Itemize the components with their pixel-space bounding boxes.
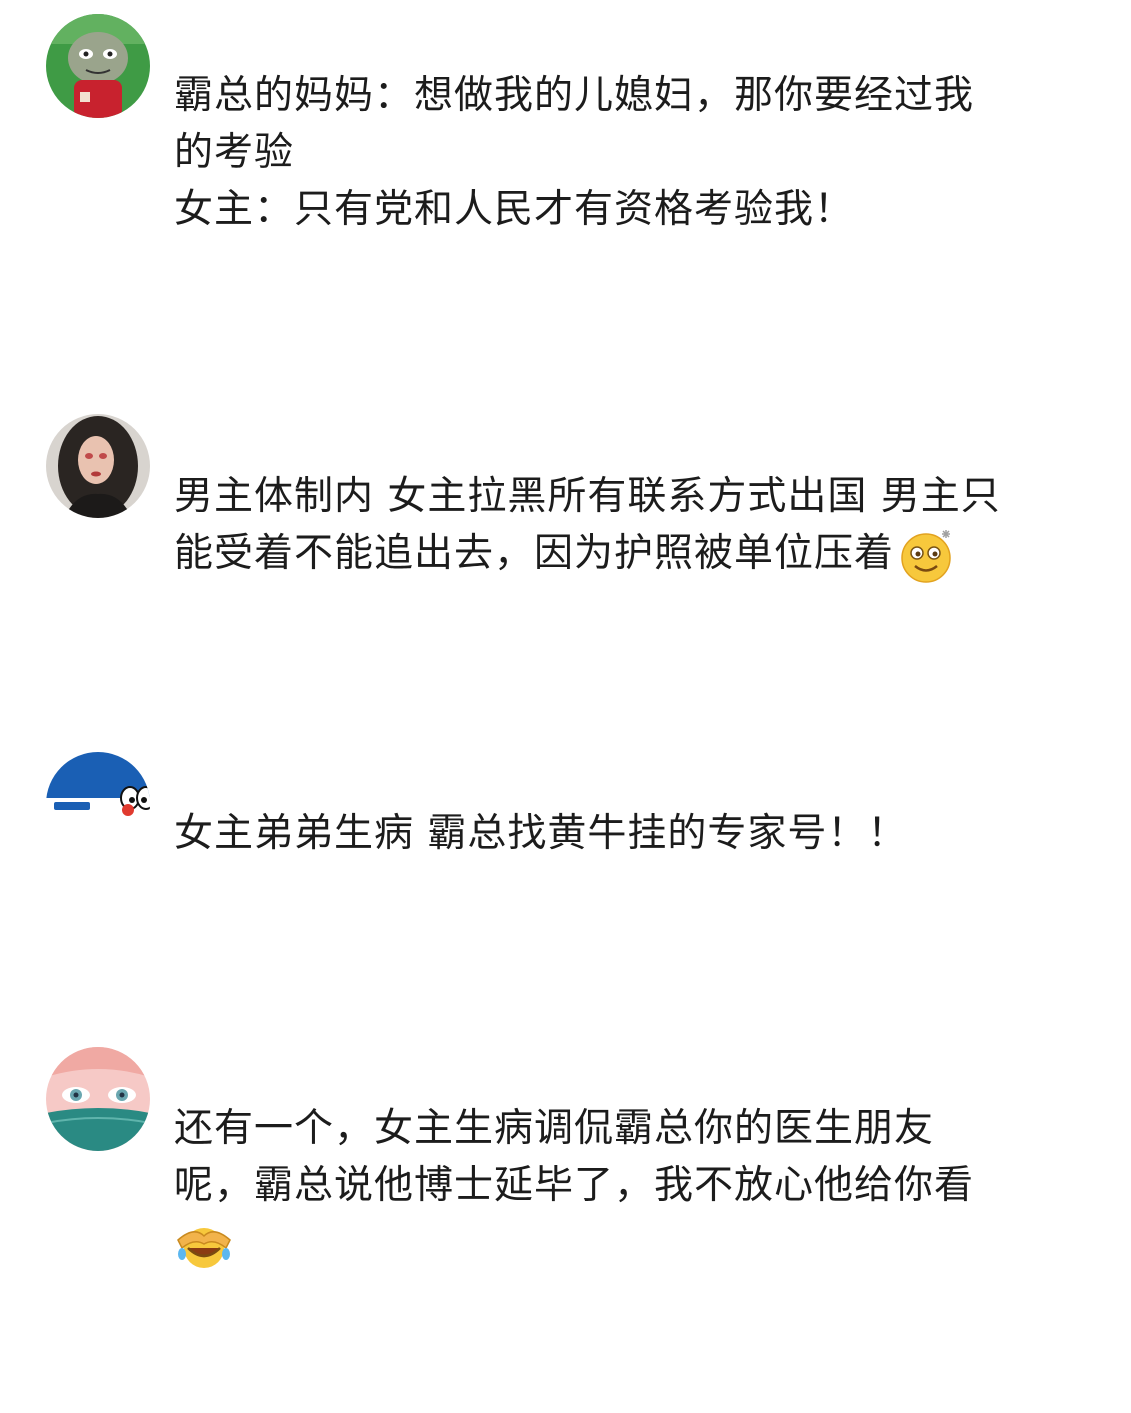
anime-eyes-avatar-icon[interactable] (46, 1047, 150, 1151)
comment-line-text: 能受着不能追出去，因为护照被单位压着 (174, 531, 895, 576)
comment-line: 女主弟弟生病 霸总找黄牛挂的专家号！！ (174, 811, 908, 856)
comment-line: 男主体制内 女主拉黑所有联系方式出国 男主只 (174, 474, 1001, 519)
comment-line: 女主：只有党和人民才有资格考验我！ (174, 187, 855, 232)
comment-line: 霸总的妈妈：想做我的儿媳妇，那你要经过我 (174, 73, 975, 118)
comment-line: 的考验 (174, 130, 295, 175)
comment-line: 呢，霸总说他博士延毕了，我不放心他给你看 (174, 1163, 975, 1208)
comment-text: 男主体制内 女主拉黑所有联系方式出国 男主只 能受着不能追出去，因为护照被单位压… (174, 468, 1074, 584)
comment-line: 还有一个，女主生病调侃霸总你的医生朋友 (174, 1106, 935, 1151)
woman-portrait-avatar-icon[interactable] (46, 414, 150, 518)
comment-text: 还有一个，女主生病调侃霸总你的医生朋友 呢，霸总说他博士延毕了，我不放心他给你看 (174, 1100, 1074, 1271)
comment-text: 女主弟弟生病 霸总找黄牛挂的专家号！！ (174, 805, 1074, 862)
doraemon-avatar-icon[interactable] (46, 752, 150, 856)
comment-text: 霸总的妈妈：想做我的儿媳妇，那你要经过我 的考验 女主：只有党和人民才有资格考验… (174, 67, 1074, 238)
dizzy-smile-emoji-icon (898, 528, 954, 584)
comment-line (174, 1214, 1074, 1271)
facepalm-laugh-emoji-icon (174, 1222, 234, 1268)
cartoon-avatar-icon[interactable] (46, 14, 150, 118)
comment-line: 能受着不能追出去，因为护照被单位压着 (174, 525, 1074, 584)
